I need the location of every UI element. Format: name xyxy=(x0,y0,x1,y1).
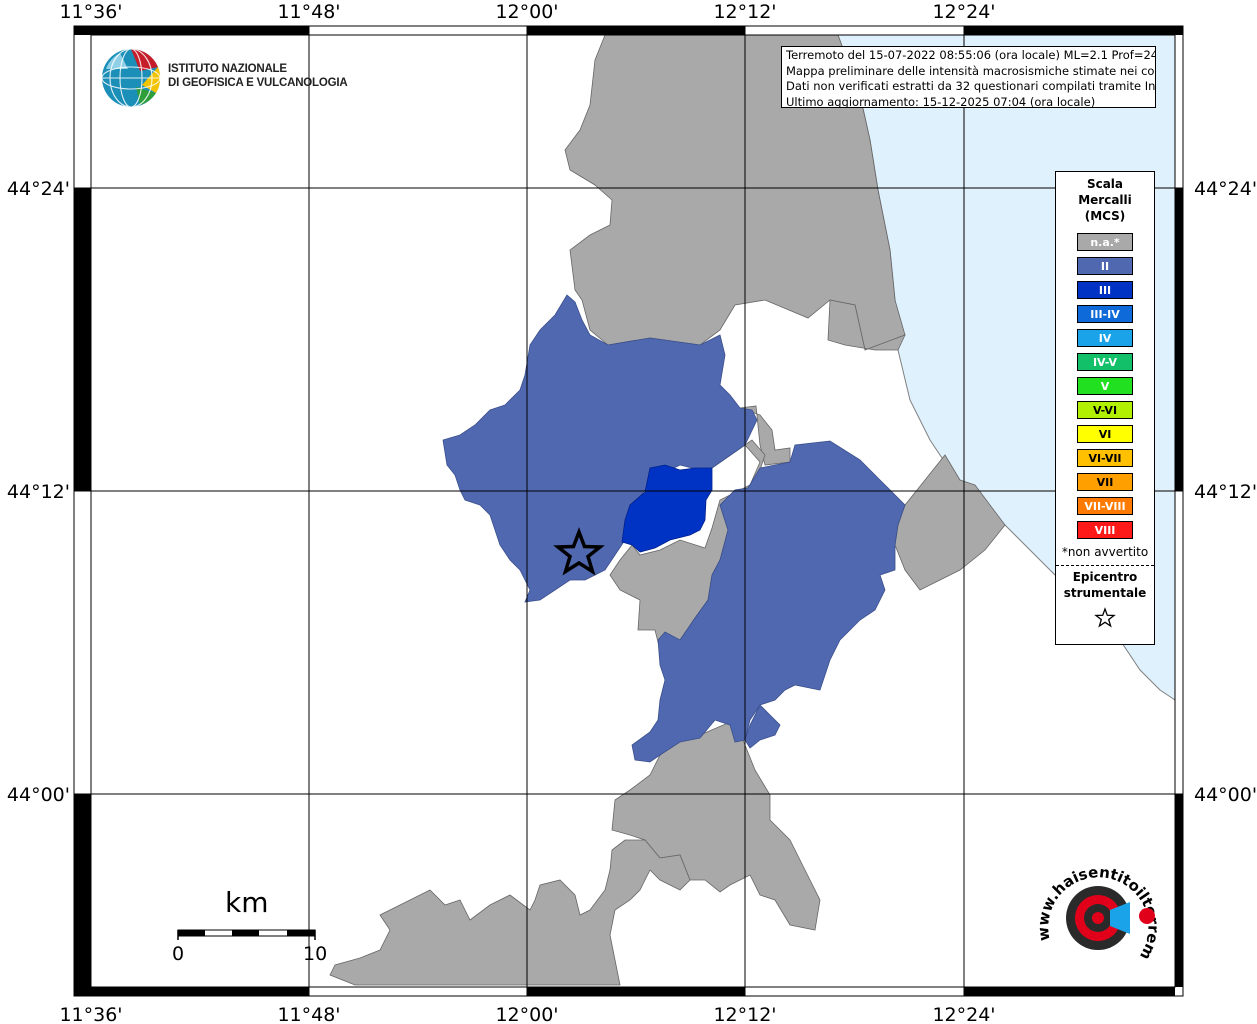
legend-star-icon xyxy=(1056,607,1154,633)
lat-label: 44°12' xyxy=(1194,481,1257,503)
lon-labels-top: 11°36' 11°48' 12°00' 12°12' 12°24' xyxy=(59,1,995,23)
legend-title-line: Mercalli xyxy=(1078,193,1132,207)
legend-item: VI xyxy=(1077,425,1133,443)
lon-label: 11°36' xyxy=(59,1004,122,1024)
lat-label: 44°00' xyxy=(1194,784,1257,806)
intensity-legend: Scala Mercalli (MCS) n.a.* II III III-IV IV I… xyxy=(1055,171,1155,645)
globe-icon xyxy=(101,48,161,108)
lon-label: 12°24' xyxy=(932,1,995,23)
scale-max-label: 10 xyxy=(303,943,328,965)
lat-label: 44°00' xyxy=(7,784,70,806)
legend-item: n.a.* xyxy=(1077,233,1133,251)
lat-labels-left: 44°24' 44°12' 44°00' xyxy=(7,178,70,806)
legend-item: III xyxy=(1077,281,1133,299)
event-info-line: Mappa preliminare delle intensità macros… xyxy=(786,63,1156,78)
lon-label: 12°12' xyxy=(713,1004,776,1024)
event-info-box: Terremoto del 15-07-2022 08:55:06 (ora l… xyxy=(781,46,1156,108)
event-info-line: Terremoto del 15-07-2022 08:55:06 (ora l… xyxy=(786,48,1156,62)
legend-epicenter-line: strumentale xyxy=(1063,586,1147,600)
ingv-name-line1: ISTITUTO NAZIONALE xyxy=(168,63,287,75)
legend-item: V-VI xyxy=(1077,401,1133,419)
ingv-logo xyxy=(100,47,162,113)
lon-label: 11°36' xyxy=(59,1,122,23)
legend-note: *non avvertito xyxy=(1061,545,1149,559)
legend-item: II xyxy=(1077,257,1133,275)
lon-label: 11°48' xyxy=(277,1004,340,1024)
scale-min-label: 0 xyxy=(172,943,185,965)
legend-item: VIII xyxy=(1077,521,1133,539)
legend-list: n.a.* II III III-IV IV IV-V V V-VI VI VI-VII VII VI… xyxy=(1056,233,1154,539)
lon-label: 12°00' xyxy=(495,1,558,23)
legend-title-line: (MCS) xyxy=(1084,209,1126,223)
legend-epicenter-line: Epicentro xyxy=(1072,570,1138,584)
legend-item: IV xyxy=(1077,329,1133,347)
lon-labels-bottom: 11°36' 11°48' 12°00' 12°12' 12°24' xyxy=(59,1004,995,1024)
legend-title: Scala Mercalli (MCS) xyxy=(1056,176,1154,224)
legend-separator xyxy=(1056,565,1154,566)
hst-logo: www.haisentitoilterremoto.it xyxy=(1025,846,1170,984)
legend-epicenter-label: Epicentro strumentale xyxy=(1056,569,1154,601)
legend-item: V xyxy=(1077,377,1133,395)
lat-label: 44°24' xyxy=(7,178,70,200)
lon-label: 12°00' xyxy=(495,1004,558,1024)
legend-item: VI-VII xyxy=(1077,449,1133,467)
legend-item: VII-VIII xyxy=(1077,497,1133,515)
municipality-na-southwest xyxy=(329,839,691,986)
hst-watermark: www.haisentitoilterremoto.it xyxy=(1025,846,1163,963)
legend-item: III-IV xyxy=(1077,305,1133,323)
legend-title-line: Scala xyxy=(1086,177,1124,191)
event-info-line: Dati non verificati estratti da 32 quest… xyxy=(786,79,1156,93)
lat-label: 44°24' xyxy=(1194,178,1257,200)
scale-unit-label: km xyxy=(225,886,269,919)
ingv-name-line2: DI GEOFISICA E VULCANOLOGIA xyxy=(168,77,348,89)
lat-label: 44°12' xyxy=(7,481,70,503)
lon-label: 12°24' xyxy=(932,1004,995,1024)
lon-label: 12°12' xyxy=(713,1,776,23)
legend-item: IV-V xyxy=(1077,353,1133,371)
legend-item: VII xyxy=(1077,473,1133,491)
lon-label: 11°48' xyxy=(277,1,340,23)
ingv-name: ISTITUTO NAZIONALE DI GEOFISICA E VULCAN… xyxy=(168,62,348,90)
event-info-line: Ultimo aggiornamento: 15-12-2025 07:04 (… xyxy=(786,94,1096,108)
lat-labels-right: 44°24' 44°12' 44°00' xyxy=(1194,178,1257,806)
scale-bar xyxy=(177,929,316,940)
